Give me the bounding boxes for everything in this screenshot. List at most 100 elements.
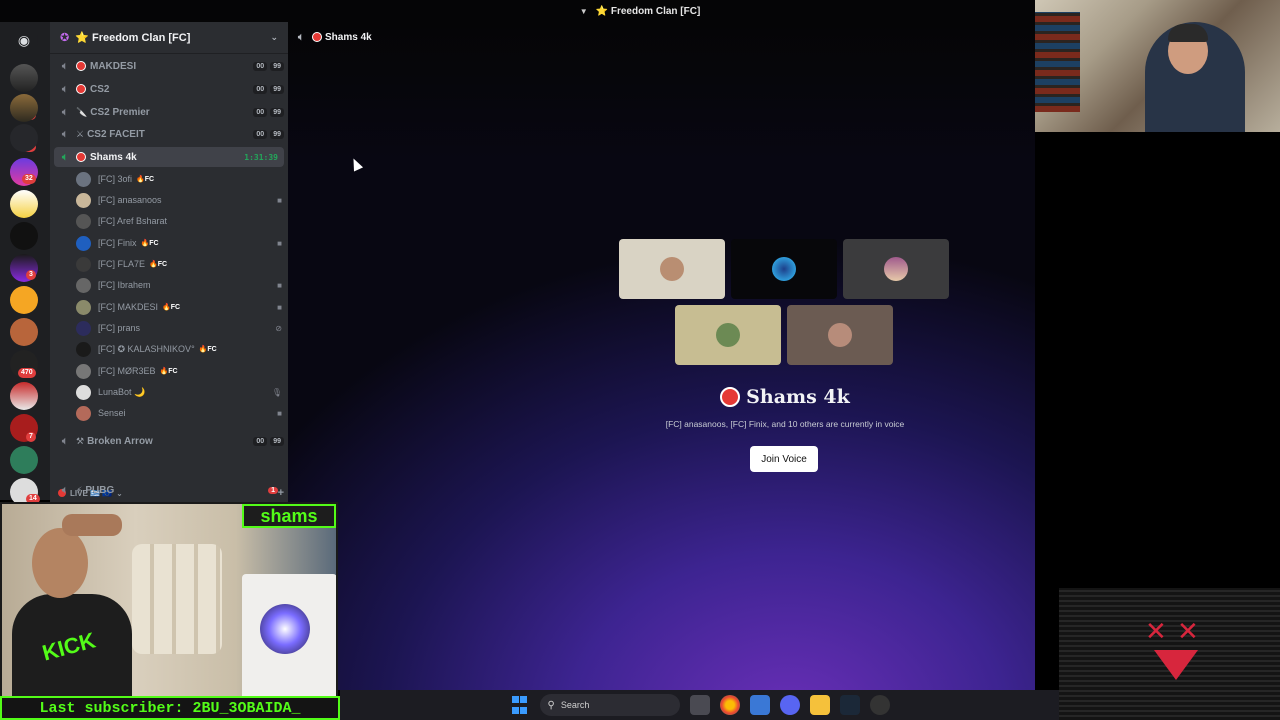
screen: ▼ ⭐ Freedom Clan [FC] ◉ 134 15 32 3 470 …: [0, 0, 1280, 720]
avatar: [76, 320, 91, 336]
voice-member[interactable]: [FC] MØR3EB 🔥FC: [76, 361, 282, 381]
channel-name: Shams 4k: [90, 151, 137, 163]
voice-channel-name: Shams 4k: [746, 386, 850, 408]
taskbar-search[interactable]: ⚲ Search: [539, 694, 680, 716]
red-circle-icon: [312, 32, 322, 42]
clan-tag: 🔥FC: [149, 261, 168, 268]
voice-member[interactable]: [FC] 3ofi 🔥FC: [76, 169, 282, 189]
camera-icon: ■: [277, 195, 282, 205]
camera-icon: ■: [277, 280, 282, 290]
red-circle-icon: [76, 61, 86, 71]
main-top-fade: [288, 22, 1035, 162]
avatar: [772, 257, 796, 281]
red-circle-icon: [720, 387, 741, 407]
speaker-icon: 🔈︎: [62, 128, 68, 140]
voice-member[interactable]: [FC] FLA7E 🔥FC: [76, 254, 282, 274]
member-name: [FC] Aref Bsharat: [98, 216, 168, 226]
server-icon[interactable]: [10, 190, 38, 218]
participant-tile[interactable]: [843, 239, 949, 299]
voice-member[interactable]: [FC] MAKDESI 🔥FC ■: [76, 297, 282, 317]
server-header[interactable]: ✪ ⭐ Freedom Clan [FC] ⌄: [50, 22, 288, 54]
camera-icon: ■: [277, 238, 282, 248]
camera-icon: ■: [277, 408, 282, 418]
server-icon-dior[interactable]: [10, 222, 38, 250]
participant-tile[interactable]: [675, 305, 781, 365]
streamer-arm: [62, 514, 122, 536]
server-icon[interactable]: [10, 94, 38, 122]
avatar: [76, 213, 91, 229]
member-name: [FC] MAKDESI: [98, 302, 159, 312]
join-voice-button[interactable]: Join Voice: [750, 446, 818, 472]
member-name: Sensei: [98, 408, 126, 418]
member-name: [FC] MØR3EB: [98, 366, 156, 376]
discord-icon[interactable]: [779, 695, 800, 715]
pc-case: [242, 574, 336, 696]
streamer-face: [32, 528, 88, 598]
channel-logo-overlay: ✕ ✕: [1059, 588, 1280, 720]
user-limit: 00 99: [253, 61, 284, 71]
title-dropdown-icon[interactable]: ▼: [580, 7, 588, 16]
unread-badge: 470: [18, 368, 36, 378]
windows-start-icon[interactable]: [510, 695, 530, 715]
bookshelf: [1035, 12, 1080, 112]
channel-name: CS2 Premier: [90, 106, 150, 118]
voice-channel-shams-4k[interactable]: 🔈︎ Shams 4k 1:31:39: [54, 147, 284, 167]
task-view-icon[interactable]: [689, 695, 710, 715]
server-icon-gta[interactable]: [10, 64, 38, 92]
chrome-icon[interactable]: [719, 695, 740, 715]
voice-channel-makdesi[interactable]: 🔈︎ MAKDESI 00 99: [54, 56, 284, 76]
server-name: ⭐ Freedom Clan [FC]: [75, 32, 191, 44]
steam-icon[interactable]: [839, 695, 860, 715]
swords-icon: ⚔: [76, 128, 85, 139]
clan-tag: 🔥FC: [198, 346, 217, 353]
voice-member[interactable]: [FC] anasanoos ■: [76, 190, 282, 210]
voice-channel-pubg[interactable]: 🔈︎ ⚡ PUBG 1: [54, 480, 284, 500]
voice-member[interactable]: [FC] prans ⊘: [76, 318, 282, 338]
photos-icon[interactable]: [749, 695, 770, 715]
file-explorer-icon[interactable]: [809, 695, 830, 715]
voice-channel-cs2[interactable]: 🔈︎ CS2 00 99: [54, 79, 284, 99]
participant-tile[interactable]: [787, 305, 893, 365]
avatar: [884, 257, 908, 281]
participant-tile[interactable]: [619, 239, 725, 299]
camera-icon: ■: [277, 302, 282, 312]
voice-member[interactable]: [FC] Ibrahem ■: [76, 275, 282, 295]
voice-channel-broken-arrow[interactable]: 🔈︎ ⚒ Broken Arrow 00 99: [54, 431, 284, 451]
voice-channel-cs2-faceit[interactable]: 🔈︎ ⚔ CS2 FACEIT 00 99: [54, 124, 284, 144]
avatar: [76, 235, 91, 251]
channel-sidebar: ✪ ⭐ Freedom Clan [FC] ⌄ 🔈︎ MAKDESI 00 99 …: [50, 22, 288, 502]
muted-mic-icon: ⊘: [275, 323, 282, 333]
avatar: [76, 405, 91, 421]
unread-badge: 32: [22, 174, 36, 184]
voice-member[interactable]: [FC] Finix 🔥FC ■: [76, 233, 282, 253]
last-subscriber-banner: Last subscriber: 2BU_3OBAIDA_: [0, 696, 340, 720]
avatar: [660, 257, 684, 281]
channel-header-title: Shams 4k: [325, 31, 372, 43]
voice-timer: 1:31:39: [244, 152, 278, 162]
user-limit: 00 99: [253, 107, 284, 117]
speaker-icon: 🔈︎: [298, 31, 304, 43]
chevron-down-icon[interactable]: ⌄: [270, 32, 278, 43]
window-title: ⭐ Freedom Clan [FC]: [595, 5, 701, 17]
server-icon[interactable]: [10, 318, 38, 346]
voice-channel-cs2-premier[interactable]: 🔈︎ 🔪 CS2 Premier 00 99: [54, 102, 284, 122]
pc-fan-glow: [260, 604, 310, 654]
channel-name: PUBG: [85, 484, 115, 496]
avatar: [76, 277, 91, 293]
server-icon[interactable]: [10, 382, 38, 410]
voice-member[interactable]: LunaBot 🌙 🎙: [76, 382, 282, 402]
participant-tile[interactable]: [731, 239, 837, 299]
server-icon[interactable]: [10, 446, 38, 474]
knife-icon: 🔪: [76, 106, 88, 117]
discord-home-icon[interactable]: ◉: [10, 26, 38, 54]
guest-cap: [1168, 24, 1208, 42]
server-icon-freedom-clan[interactable]: [10, 124, 38, 152]
server-icon[interactable]: [10, 286, 38, 314]
obs-icon[interactable]: [869, 695, 890, 715]
channel-header: 🔈︎ Shams 4k: [298, 28, 372, 46]
avatar: [76, 341, 91, 357]
voice-member[interactable]: [FC] ✪ KALASHNIKOV° 🔥FC: [76, 339, 282, 359]
speaker-icon: 🔈︎: [62, 484, 68, 496]
voice-member[interactable]: [FC] Aref Bsharat: [76, 211, 282, 231]
voice-member[interactable]: Sensei ■: [76, 403, 282, 423]
